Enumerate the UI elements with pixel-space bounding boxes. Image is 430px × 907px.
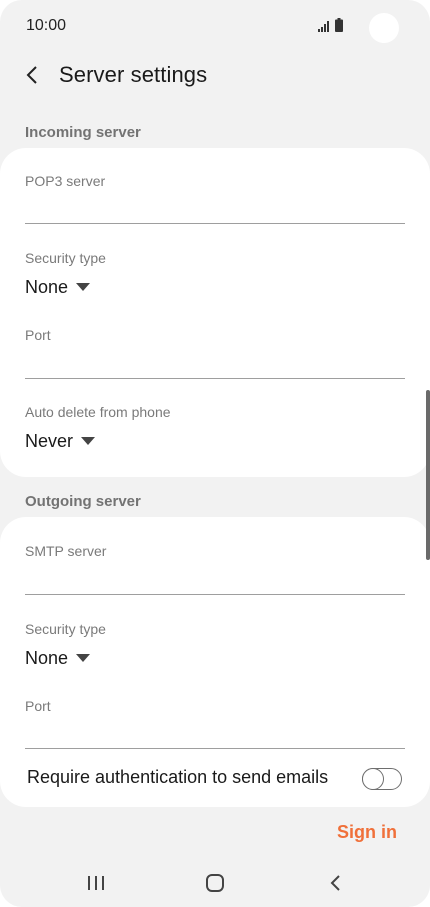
pop3-server-label: POP3 server: [25, 173, 106, 189]
home-icon[interactable]: [203, 872, 227, 894]
incoming-security-type-label: Security type: [25, 250, 106, 266]
auto-delete-dropdown[interactable]: Never: [25, 428, 96, 454]
front-camera: [369, 13, 399, 43]
incoming-port-input[interactable]: [25, 353, 405, 379]
incoming-server-card: POP3 server Security type None Port Auto…: [0, 148, 430, 477]
outgoing-security-type-value: None: [25, 647, 69, 668]
incoming-port-label: Port: [25, 327, 51, 343]
sign-in-button[interactable]: Sign in: [337, 822, 397, 843]
incoming-security-type-value: None: [25, 276, 69, 297]
dropdown-arrow-icon: [76, 654, 91, 662]
outgoing-security-type-dropdown[interactable]: None: [25, 645, 91, 671]
toggle-knob: [362, 767, 384, 790]
recent-apps-icon[interactable]: [84, 872, 108, 894]
auto-delete-label: Auto delete from phone: [25, 404, 171, 420]
require-auth-label: Require authentication to send emails: [27, 767, 329, 787]
outgoing-port-input[interactable]: [25, 723, 405, 749]
incoming-security-type-dropdown[interactable]: None: [25, 274, 91, 300]
scrollbar[interactable]: [426, 390, 430, 560]
signal-icon: [318, 21, 329, 32]
dropdown-arrow-icon: [81, 437, 96, 445]
back-arrow-icon[interactable]: [20, 62, 46, 88]
battery-icon: [335, 18, 343, 32]
page-title: Server settings: [59, 62, 208, 87]
status-bar: 10:00: [0, 0, 430, 56]
incoming-section-header: Incoming server: [25, 124, 141, 141]
smtp-server-input[interactable]: [25, 569, 405, 595]
navigation-bar: [0, 860, 430, 907]
phone-screen: 10:00 Server settings Incoming server PO…: [0, 0, 430, 907]
outgoing-security-type-label: Security type: [25, 621, 106, 637]
status-time: 10:00: [26, 17, 67, 34]
dropdown-arrow-icon: [76, 283, 91, 291]
outgoing-server-card: SMTP server Security type None Port Requ…: [0, 517, 430, 807]
outgoing-port-label: Port: [25, 698, 51, 714]
auto-delete-value: Never: [25, 430, 74, 451]
app-bar: Server settings: [0, 56, 430, 96]
smtp-server-label: SMTP server: [25, 543, 107, 559]
back-icon[interactable]: [324, 872, 348, 894]
pop3-server-input[interactable]: [25, 198, 405, 224]
require-auth-toggle[interactable]: [362, 767, 402, 790]
outgoing-section-header: Outgoing server: [25, 493, 141, 510]
require-auth-row[interactable]: Require authentication to send emails: [0, 758, 430, 798]
